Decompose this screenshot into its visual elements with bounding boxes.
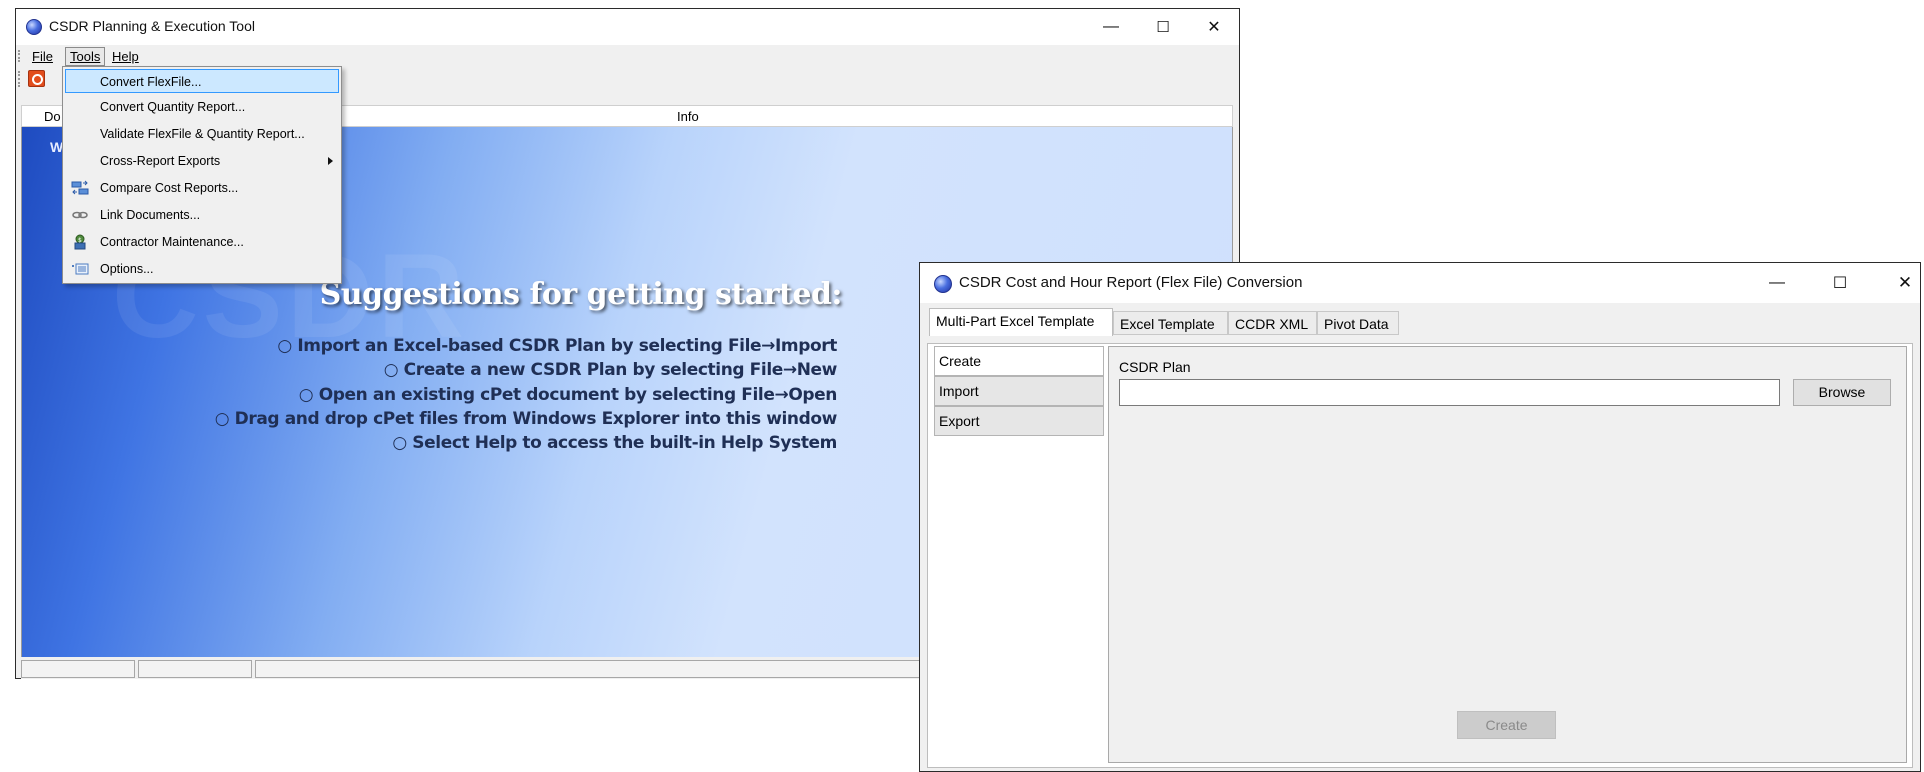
menu-item-label: Convert Quantity Report...: [100, 100, 246, 114]
suggestion-drag-drop: ○ Drag and drop cPet files from Windows …: [214, 409, 838, 429]
compare-icon: [71, 180, 89, 195]
minimize-button[interactable]: —: [1754, 268, 1800, 298]
menu-item-label: Options...: [100, 262, 154, 276]
options-icon: [72, 263, 89, 275]
create-panel: CSDR Plan Browse Create: [1108, 346, 1907, 763]
menu-tools[interactable]: Tools: [65, 47, 106, 66]
csdr-plan-input[interactable]: [1119, 379, 1780, 406]
close-button[interactable]: ✕: [1882, 268, 1924, 298]
suggestion-new: ○ Create a new CSDR Plan by selecting Fi…: [383, 360, 838, 380]
list-header-col1[interactable]: Do: [44, 109, 61, 124]
browse-button[interactable]: Browse: [1793, 379, 1891, 406]
tab-ccdr-xml[interactable]: CCDR XML: [1228, 311, 1317, 335]
side-import-button[interactable]: Import: [934, 376, 1104, 406]
link-icon: [72, 211, 88, 219]
menu-item-convert-flexfile[interactable]: Convert FlexFile...: [65, 69, 339, 93]
maximize-button[interactable]: ☐: [1817, 268, 1863, 298]
menu-file[interactable]: File: [28, 48, 57, 65]
suggestions-title: Suggestions for getting started:: [319, 277, 843, 312]
close-button[interactable]: ✕: [1191, 12, 1237, 42]
menu-item-label: Compare Cost Reports...: [100, 181, 239, 195]
menu-item-cross-report-exports[interactable]: Cross-Report Exports: [65, 149, 339, 173]
conversion-window: CSDR Cost and Hour Report (Flex File) Co…: [919, 262, 1921, 772]
tab-panel: Create Import Export CSDR Plan Browse Cr…: [927, 343, 1913, 768]
menu-item-label: Cross-Report Exports: [100, 154, 221, 168]
menu-item-options[interactable]: Options...: [65, 257, 339, 281]
tab-pivot-data[interactable]: Pivot Data: [1317, 311, 1399, 335]
side-create-button[interactable]: Create: [934, 346, 1104, 376]
menubar-grip: [18, 50, 22, 62]
menu-tools-label: Tools: [70, 49, 101, 64]
menu-item-link-documents[interactable]: Link Documents...: [65, 203, 339, 227]
menu-item-compare-cost-reports[interactable]: Compare Cost Reports...: [65, 176, 339, 200]
list-header-info[interactable]: Info: [677, 109, 699, 124]
tools-dropdown-menu: Convert FlexFile... Convert Quantity Rep…: [62, 66, 342, 284]
tab-multi-part-excel-template[interactable]: Multi-Part Excel Template: [929, 308, 1113, 336]
main-window-title: CSDR Planning & Execution Tool: [49, 18, 255, 34]
menu-item-label: Convert FlexFile...: [100, 75, 202, 89]
menu-help[interactable]: Help: [108, 48, 143, 65]
minimize-button[interactable]: —: [1088, 12, 1134, 42]
toolbar-grip: [18, 71, 22, 87]
menu-item-contractor-maintenance[interactable]: $ Contractor Maintenance...: [65, 230, 339, 254]
svg-text:$: $: [78, 237, 82, 244]
app-globe-icon: [26, 19, 42, 35]
conversion-window-title: CSDR Cost and Hour Report (Flex File) Co…: [959, 274, 1303, 291]
csdr-plan-label: CSDR Plan: [1119, 359, 1191, 375]
suggestion-open: ○ Open an existing cPet document by sele…: [298, 385, 838, 405]
menu-item-convert-quantity-report[interactable]: Convert Quantity Report...: [65, 95, 339, 119]
menu-item-label: Link Documents...: [100, 208, 201, 222]
tab-excel-template[interactable]: Excel Template: [1113, 311, 1228, 335]
status-panel-1: [21, 660, 135, 678]
menu-file-label: File: [32, 49, 53, 64]
status-panel-2: [138, 660, 252, 678]
menu-item-label: Validate FlexFile & Quantity Report...: [100, 127, 305, 141]
menu-bar: File Tools Help: [16, 45, 1239, 67]
suggestion-help: ○ Select Help to access the built-in Hel…: [392, 433, 837, 453]
maximize-button[interactable]: ☐: [1140, 12, 1186, 42]
submenu-arrow-icon: [328, 157, 333, 165]
record-icon[interactable]: [28, 70, 45, 87]
status-panel-3: [255, 660, 935, 678]
menu-item-validate-flexfile[interactable]: Validate FlexFile & Quantity Report...: [65, 122, 339, 146]
conversion-titlebar: CSDR Cost and Hour Report (Flex File) Co…: [920, 263, 1920, 303]
contractor-icon: $: [74, 234, 86, 250]
menu-item-label: Contractor Maintenance...: [100, 235, 244, 249]
app-globe-icon: [934, 275, 952, 293]
menu-help-label: Help: [112, 49, 139, 64]
create-button: Create: [1457, 711, 1556, 739]
side-export-button[interactable]: Export: [934, 406, 1104, 436]
main-titlebar: CSDR Planning & Execution Tool — ☐ ✕: [16, 9, 1239, 45]
suggestion-import: ○ Import an Excel-based CSDR Plan by sel…: [277, 336, 837, 356]
